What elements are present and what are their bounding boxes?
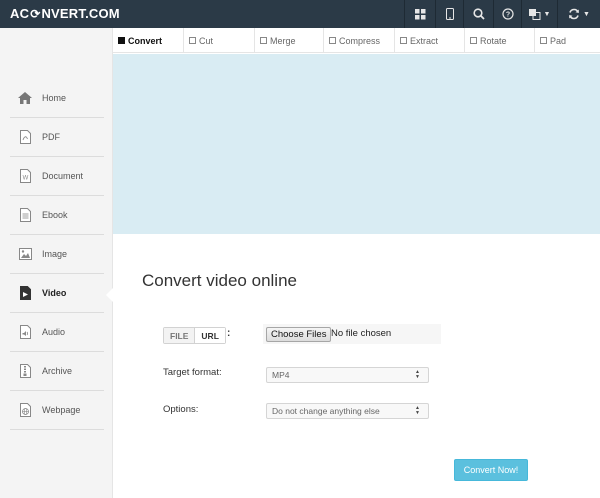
checkbox-icon	[189, 37, 196, 44]
source-separator: :	[227, 328, 231, 339]
tab-pad[interactable]: Pad	[535, 28, 600, 53]
audio-icon	[10, 325, 40, 339]
language-dropdown[interactable]: ▼	[521, 0, 557, 28]
active-item-pointer	[106, 288, 113, 302]
tab-label: Convert	[128, 35, 163, 46]
apps-grid-button[interactable]	[404, 0, 435, 28]
convert-menu-dropdown[interactable]: ▼	[557, 0, 600, 28]
sidebar-item-video[interactable]: Video	[10, 274, 104, 313]
tab-convert[interactable]: Convert	[113, 28, 184, 53]
document-icon: W	[10, 169, 40, 183]
sidebar-item-audio[interactable]: Audio	[10, 313, 104, 352]
checkbox-icon	[540, 37, 547, 44]
sidebar-item-label: Home	[42, 93, 67, 103]
video-icon	[10, 286, 40, 300]
refresh-icon	[568, 8, 580, 20]
url-source-button[interactable]: URL	[195, 328, 225, 343]
tab-label: Merge	[270, 35, 296, 46]
sidebar-item-image[interactable]: Image	[10, 235, 104, 274]
mobile-button[interactable]	[435, 0, 463, 28]
convert-now-button[interactable]: Convert Now!	[454, 459, 528, 481]
image-icon	[10, 248, 40, 260]
sidebar-item-document[interactable]: W Document	[10, 157, 104, 196]
checkbox-icon	[470, 37, 477, 44]
tab-compress[interactable]: Compress	[324, 28, 395, 53]
sidebar-item-label: PDF	[42, 132, 60, 142]
sidebar-item-label: Ebook	[42, 210, 68, 220]
svg-text:W: W	[22, 176, 28, 182]
checkbox-icon	[329, 37, 336, 44]
tab-label: Compress	[339, 35, 381, 46]
pdf-icon	[10, 130, 40, 144]
chevron-down-icon: ▼	[583, 10, 590, 18]
sidebar-item-label: Image	[42, 249, 68, 259]
tab-extract[interactable]: Extract	[395, 28, 465, 53]
webpage-icon	[10, 403, 40, 417]
refresh-logo-icon: ⟳	[30, 7, 41, 21]
logo-prefix: AC	[10, 6, 30, 21]
help-button[interactable]: ?	[493, 0, 521, 28]
logo-suffix: NVERT.COM	[41, 6, 120, 21]
sidebar-item-ebook[interactable]: Ebook	[10, 196, 104, 235]
tab-label: Rotate	[480, 35, 507, 46]
checkbox-icon	[118, 37, 125, 44]
mobile-icon	[445, 8, 454, 20]
sidebar-item-label: Archive	[42, 366, 73, 376]
sidebar-item-label: Audio	[42, 327, 66, 337]
sidebar-item-archive[interactable]: Archive	[10, 352, 104, 391]
sidebar: Home PDF W Document Ebook Image Video Au…	[0, 28, 113, 498]
sidebar-item-pdf[interactable]: PDF	[10, 118, 104, 157]
tab-label: Extract	[410, 35, 439, 46]
sidebar-item-webpage[interactable]: Webpage	[10, 391, 104, 430]
tab-label: Cut	[199, 35, 214, 46]
target-format-select[interactable]: MP4 ▲ ▼	[266, 367, 429, 383]
file-source-button[interactable]: FILE	[164, 328, 196, 343]
archive-icon	[10, 364, 40, 378]
options-select[interactable]: Do not change anything else ▲ ▼	[266, 403, 429, 419]
sidebar-item-label: Document	[42, 171, 84, 181]
target-format-label: Target format:	[163, 367, 222, 378]
home-icon	[10, 92, 40, 104]
sidebar-item-home[interactable]: Home	[10, 79, 104, 118]
target-format-value: MP4	[272, 370, 290, 380]
choose-files-button[interactable]: Choose Files	[266, 327, 332, 342]
tab-cut[interactable]: Cut	[184, 28, 255, 53]
top-navbar: AC⟳NVERT.COM ? ▼ ▼	[0, 0, 600, 28]
tab-rotate[interactable]: Rotate	[465, 28, 535, 53]
options-value: Do not change anything else	[272, 406, 380, 416]
search-icon	[472, 8, 485, 20]
grid-icon	[414, 8, 426, 20]
svg-text:?: ?	[505, 12, 509, 19]
ebook-icon	[10, 208, 40, 222]
search-button[interactable]	[463, 0, 493, 28]
page-title: Convert video online	[142, 271, 297, 290]
options-label: Options:	[163, 404, 199, 415]
help-icon: ?	[501, 8, 514, 20]
checkbox-icon	[400, 37, 407, 44]
select-arrows-icon: ▲ ▼	[415, 369, 420, 380]
chevron-down-icon: ▼	[543, 10, 551, 18]
ad-banner	[113, 54, 600, 234]
sidebar-item-label: Webpage	[42, 405, 81, 415]
tab-label: Pad	[550, 35, 567, 46]
file-status-text: No file chosen	[331, 328, 392, 339]
select-arrows-icon: ▲ ▼	[415, 405, 420, 416]
checkbox-icon	[260, 37, 267, 44]
language-icon	[528, 8, 541, 20]
tab-merge[interactable]: Merge	[255, 28, 324, 53]
tool-tabs: Convert Cut Merge Compress Extract Rotat…	[113, 28, 600, 53]
sidebar-item-label: Video	[42, 288, 67, 298]
site-logo[interactable]: AC⟳NVERT.COM	[10, 6, 120, 21]
source-toggle: FILE URL	[163, 327, 226, 344]
